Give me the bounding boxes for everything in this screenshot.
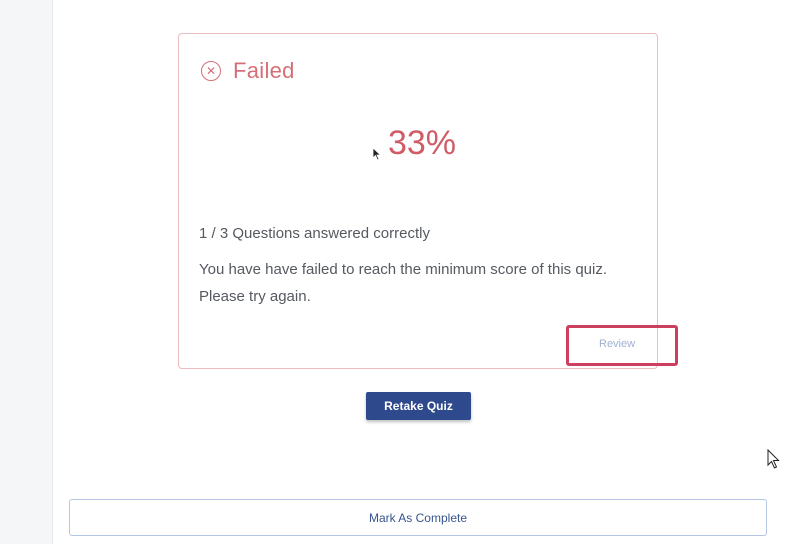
- status-row: ✕ Failed: [201, 58, 295, 84]
- mouse-cursor-icon: [372, 147, 382, 161]
- status-label: Failed: [233, 58, 295, 83]
- score-percentage: 33%: [387, 124, 457, 162]
- retake-quiz-button[interactable]: Retake Quiz: [366, 392, 471, 420]
- close-circle-icon: ✕: [201, 61, 221, 81]
- left-sidebar: [0, 0, 53, 544]
- mark-as-complete-button[interactable]: Mark As Complete: [69, 499, 767, 536]
- review-link[interactable]: Review: [599, 338, 635, 350]
- result-message: You have have failed to reach the minimu…: [199, 261, 608, 305]
- arrow-cursor-icon: [767, 449, 780, 469]
- correct-answers-summary: 1 / 3 Questions answered correctly: [199, 225, 430, 242]
- quiz-result-card: ✕ Failed 33% 1 / 3 Questions answered co…: [178, 33, 658, 369]
